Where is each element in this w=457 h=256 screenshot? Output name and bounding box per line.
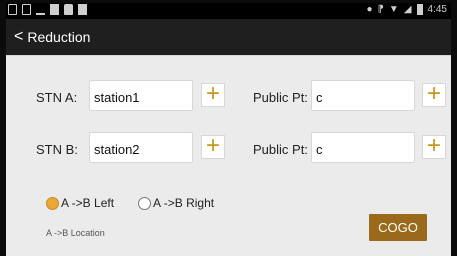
wifi-icon: ▼ <box>388 4 399 15</box>
location-label: A ->B Location <box>46 228 105 238</box>
right-radio-label[interactable]: A ->B Right <box>153 196 214 210</box>
upload-icon <box>36 4 45 15</box>
reduction-form: STN A: station1 + Public Pt: c + STN B: … <box>6 55 451 256</box>
stn-b-input[interactable]: station2 <box>89 132 193 163</box>
title-bar: < Reduction <box>6 19 451 55</box>
public-pt-a-input[interactable]: c <box>311 80 415 111</box>
image-icon <box>22 4 31 15</box>
bluetooth-icon: ⁋ <box>377 4 384 15</box>
status-bar: ● ⁋ ▼ ◢ 4:45 <box>6 3 451 19</box>
left-radio-label[interactable]: A ->B Left <box>61 196 114 210</box>
public-pt-b-add-button[interactable]: + <box>422 134 446 159</box>
stn-a-label: STN A: <box>36 90 78 105</box>
stn-b-label: STN B: <box>36 142 78 157</box>
device-frame: ● ⁋ ▼ ◢ 4:45 < Reduction STN A: station1… <box>0 0 457 256</box>
lock-icon <box>64 4 73 15</box>
location-icon: ● <box>366 4 373 15</box>
stn-a-input[interactable]: station1 <box>89 80 193 111</box>
cogo-button[interactable]: COGO <box>369 214 427 241</box>
public-pt-a-add-button[interactable]: + <box>422 82 446 107</box>
stn-a-add-button[interactable]: + <box>201 82 225 107</box>
public-pt-b-label: Public Pt: <box>253 142 308 157</box>
right-radio[interactable] <box>138 196 152 210</box>
shopping-bag-icon <box>78 4 87 15</box>
public-pt-b-input[interactable]: c <box>311 132 415 163</box>
signal-icon: ◢ <box>403 4 412 15</box>
battery-icon <box>416 4 423 15</box>
direction-radio-group: A ->B Left A ->B Right <box>46 196 214 210</box>
usb-icon <box>8 4 17 15</box>
status-time: 4:45 <box>427 4 447 15</box>
public-pt-a-label: Public Pt: <box>253 90 308 105</box>
left-radio[interactable] <box>46 196 59 210</box>
square-icon <box>50 4 59 15</box>
page-title: Reduction <box>27 29 91 45</box>
stn-b-add-button[interactable]: + <box>201 134 225 159</box>
back-arrow-icon[interactable]: < <box>14 29 23 45</box>
